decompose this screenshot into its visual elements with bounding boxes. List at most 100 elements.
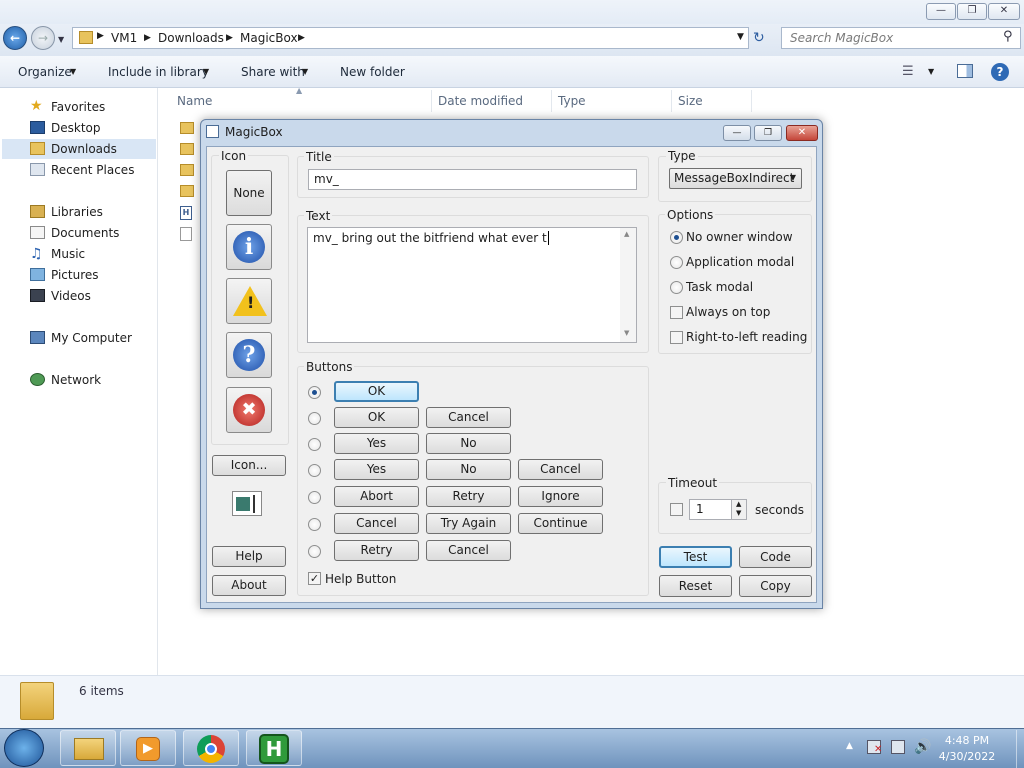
volume-icon[interactable]: 🔊 xyxy=(914,739,931,755)
app-modal-radio[interactable] xyxy=(670,256,683,269)
nav-desktop[interactable]: Desktop xyxy=(22,118,101,138)
show-desktop-button[interactable] xyxy=(1016,730,1024,768)
ok-button[interactable]: OK xyxy=(334,381,419,402)
always-on-top-checkbox[interactable] xyxy=(670,306,683,319)
dialog-maximize-button[interactable]: ❐ xyxy=(754,125,782,141)
header-file-icon[interactable]: H xyxy=(180,206,192,220)
start-button[interactable] xyxy=(4,729,44,767)
type-select[interactable]: MessageBoxIndirect ▼ xyxy=(669,168,802,189)
nav-recent-places[interactable]: Recent Places xyxy=(22,160,134,180)
button-set-radio-6[interactable] xyxy=(308,518,321,531)
button-set-radio-4[interactable] xyxy=(308,464,321,477)
maximize-button[interactable]: ❐ xyxy=(957,3,987,20)
breadcrumb-magicbox[interactable]: MagicBox xyxy=(240,31,298,45)
forward-icon[interactable]: → xyxy=(31,26,55,50)
taskbar-magicbox[interactable]: H xyxy=(246,730,302,766)
nav-videos[interactable]: Videos xyxy=(22,286,91,306)
close-button[interactable]: ✕ xyxy=(988,3,1020,20)
breadcrumb-vm1[interactable]: VM1 xyxy=(111,31,137,45)
task-modal-radio[interactable] xyxy=(670,281,683,294)
nav-documents[interactable]: Documents xyxy=(22,223,119,243)
timeout-checkbox[interactable] xyxy=(670,503,683,516)
nav-network[interactable]: Network xyxy=(22,370,101,390)
icon-error-button[interactable]: ✖ xyxy=(226,387,272,433)
recent-pages-chevron-icon[interactable]: ▼ xyxy=(58,35,64,44)
yes-button[interactable]: Yes xyxy=(334,459,419,480)
spin-up-icon[interactable]: ▲ xyxy=(736,500,741,508)
refresh-icon[interactable]: ↻ xyxy=(753,30,765,46)
nav-pictures[interactable]: Pictures xyxy=(22,265,99,285)
folder-icon[interactable] xyxy=(180,185,194,197)
text-scrollbar[interactable]: ▲ ▼ xyxy=(620,228,636,342)
organize-menu[interactable]: Organize xyxy=(18,65,72,79)
scroll-up-icon[interactable]: ▲ xyxy=(624,230,629,238)
breadcrumb-downloads[interactable]: Downloads xyxy=(158,31,224,45)
cancel-button[interactable]: Cancel xyxy=(334,513,419,534)
button-set-radio-3[interactable] xyxy=(308,438,321,451)
nav-favorites[interactable]: ★ Favorites xyxy=(22,97,105,117)
chevron-down-icon[interactable]: ▼ xyxy=(928,67,934,76)
no-button[interactable]: No xyxy=(426,433,511,454)
timeout-spinner[interactable]: ▲ ▼ xyxy=(731,500,746,519)
column-name[interactable]: Name xyxy=(177,94,212,108)
no-button[interactable]: No xyxy=(426,459,511,480)
cancel-button[interactable]: Cancel xyxy=(426,407,511,428)
continue-button[interactable]: Continue xyxy=(518,513,603,534)
new-folder-button[interactable]: New folder xyxy=(340,65,405,79)
folder-icon[interactable] xyxy=(180,122,194,134)
dialog-close-button[interactable]: ✕ xyxy=(786,125,818,141)
network-tray-icon[interactable] xyxy=(891,740,905,754)
retry-button[interactable]: Retry xyxy=(334,540,419,561)
search-input[interactable]: Search MagicBox xyxy=(781,27,1021,49)
test-button[interactable]: Test xyxy=(659,546,732,568)
button-set-radio-1[interactable] xyxy=(308,386,321,399)
action-center-icon[interactable]: ✕ xyxy=(867,740,882,755)
help-button[interactable]: Help xyxy=(212,546,286,567)
help-button-checkbox[interactable]: ✓ xyxy=(308,572,321,585)
folder-icon[interactable] xyxy=(180,143,194,155)
yes-button[interactable]: Yes xyxy=(334,433,419,454)
nav-downloads[interactable]: Downloads xyxy=(2,139,156,159)
taskbar-explorer[interactable] xyxy=(60,730,116,766)
text-input[interactable]: mv_ bring out the bitfriend what ever t xyxy=(307,227,637,343)
cancel-button[interactable]: Cancel xyxy=(426,540,511,561)
share-with-menu[interactable]: Share with xyxy=(241,65,305,79)
button-set-radio-2[interactable] xyxy=(308,412,321,425)
folder-icon[interactable] xyxy=(180,164,194,176)
spin-down-icon[interactable]: ▼ xyxy=(736,509,741,517)
rtl-reading-checkbox[interactable] xyxy=(670,331,683,344)
help-icon[interactable]: ? xyxy=(991,63,1009,81)
code-button[interactable]: Code xyxy=(739,546,812,568)
button-set-radio-5[interactable] xyxy=(308,491,321,504)
nav-libraries[interactable]: Libraries xyxy=(22,202,103,222)
copy-button[interactable]: Copy xyxy=(739,575,812,597)
reset-button[interactable]: Reset xyxy=(659,575,732,597)
ignore-button[interactable]: Ignore xyxy=(518,486,603,507)
column-size[interactable]: Size xyxy=(678,94,703,108)
icon-none-button[interactable]: None xyxy=(226,170,272,216)
ok-button[interactable]: OK xyxy=(334,407,419,428)
try-again-button[interactable]: Try Again xyxy=(426,513,511,534)
column-date-modified[interactable]: Date modified xyxy=(438,94,523,108)
nav-my-computer[interactable]: My Computer xyxy=(22,328,132,348)
about-button[interactable]: About xyxy=(212,575,286,596)
show-hidden-icons-icon[interactable]: ▲ xyxy=(846,741,853,751)
address-dropdown-icon[interactable]: ▼ xyxy=(737,32,744,42)
taskbar-media-player[interactable]: ▶ xyxy=(120,730,176,766)
no-owner-radio[interactable] xyxy=(670,231,683,244)
dialog-minimize-button[interactable]: — xyxy=(723,125,751,141)
retry-button[interactable]: Retry xyxy=(426,486,511,507)
scroll-down-icon[interactable]: ▼ xyxy=(624,329,629,337)
view-options-icon[interactable]: ☰ xyxy=(902,64,914,79)
clock[interactable]: 4:48 PM 4/30/2022 xyxy=(932,733,1002,765)
icon-warning-button[interactable]: ! xyxy=(226,278,272,324)
preview-pane-icon[interactable] xyxy=(957,64,973,78)
search-icon[interactable]: ⚲ xyxy=(1003,29,1013,44)
title-input[interactable]: mv_ xyxy=(308,169,637,190)
icon-information-button[interactable]: i xyxy=(226,224,272,270)
icon-question-button[interactable]: ? xyxy=(226,332,272,378)
cancel-button[interactable]: Cancel xyxy=(518,459,603,480)
taskbar-chrome[interactable] xyxy=(183,730,239,766)
abort-button[interactable]: Abort xyxy=(334,486,419,507)
icon-browse-button[interactable]: Icon... xyxy=(212,455,286,476)
